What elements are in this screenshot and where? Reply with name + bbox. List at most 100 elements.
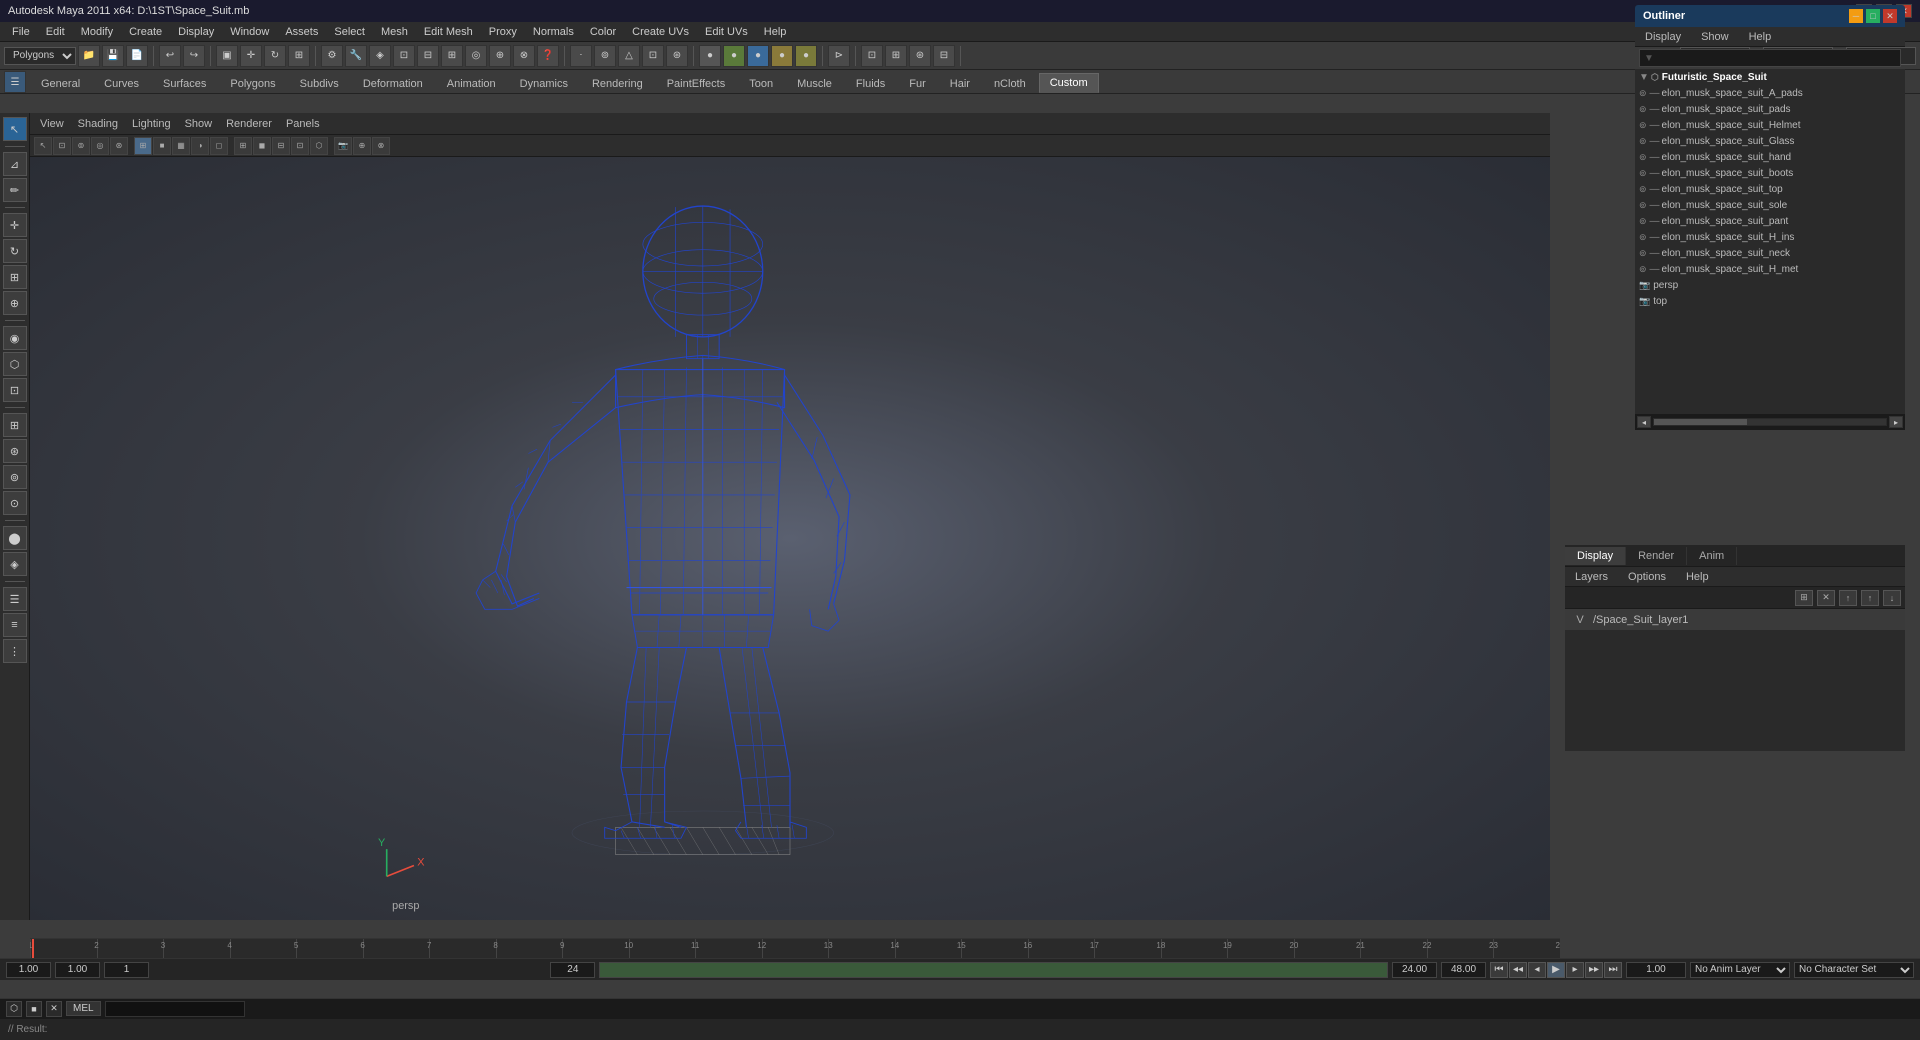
tab-curves[interactable]: Curves [93, 74, 150, 93]
tab-rendering[interactable]: Rendering [581, 74, 654, 93]
timeline-mark-14[interactable]: 14 [895, 939, 896, 958]
menu-create[interactable]: Create [121, 24, 170, 40]
outliner-close-btn[interactable]: ✕ [1883, 9, 1897, 23]
menu-create-uvs[interactable]: Create UVs [624, 24, 697, 40]
tab-fluids[interactable]: Fluids [845, 74, 896, 93]
vp-icon-14[interactable]: ⊕ [353, 137, 371, 155]
scroll-right-btn[interactable]: ▸ [1889, 416, 1903, 428]
frame-back-btn[interactable]: ◂ [1528, 962, 1546, 978]
timeline-mark-3[interactable]: 3 [163, 939, 164, 958]
timeline-mark-9[interactable]: 9 [562, 939, 563, 958]
tab-painteffects[interactable]: PaintEffects [656, 74, 737, 93]
vp-menu-lighting[interactable]: Lighting [126, 116, 177, 132]
snap-to-point-btn[interactable]: ⊚ [3, 465, 27, 489]
layer-move-up-btn[interactable]: ↑ [1861, 590, 1879, 606]
timeline-mark-17[interactable]: 17 [1094, 939, 1095, 958]
outliner-btn[interactable]: ≡ [3, 613, 27, 637]
menu-help[interactable]: Help [756, 24, 795, 40]
tab-deformation[interactable]: Deformation [352, 74, 434, 93]
toolbar-btn-5[interactable]: ↪ [183, 45, 205, 67]
snap-to-view-btn[interactable]: ⊙ [3, 491, 27, 515]
vp-icon-2[interactable]: ⊡ [53, 137, 71, 155]
vp-icon-texture[interactable]: ▦ [172, 137, 190, 155]
layers-tab-anim[interactable]: Anim [1687, 547, 1737, 565]
range-slider[interactable] [599, 962, 1388, 978]
toolbar-btn-11[interactable]: ⊞ [441, 45, 463, 67]
layer-move-down-btn[interactable]: ↓ [1883, 590, 1901, 606]
timeline-mark-2[interactable]: 2 [97, 939, 98, 958]
current-frame-display[interactable] [1626, 962, 1686, 978]
rotate-tool-btn[interactable]: ↻ [3, 239, 27, 263]
outliner-item-10[interactable]: ⊚ — elon_musk_space_suit_neck [1635, 245, 1905, 261]
frame-current-input[interactable] [55, 962, 100, 978]
frame-step-input[interactable] [104, 962, 149, 978]
vp-menu-shading[interactable]: Shading [72, 116, 124, 132]
vp-icon-10[interactable]: ⊟ [272, 137, 290, 155]
toolbar-btn-1[interactable]: 📁 [78, 45, 100, 67]
toolbar-btn-scale[interactable]: ⊞ [288, 45, 310, 67]
outliner-scrollbar-h[interactable]: ◂ ▸ [1635, 414, 1905, 430]
vp-icon-9[interactable]: ◼ [253, 137, 271, 155]
toolbar-btn-2[interactable]: 💾 [102, 45, 124, 67]
timeline-mark-1[interactable]: 1 [30, 939, 31, 958]
frame-forward-btn[interactable]: ▸ [1566, 962, 1584, 978]
toolbar-btn-move[interactable]: ✛ [240, 45, 262, 67]
anim-layer-dropdown[interactable]: No Anim Layer [1690, 962, 1790, 978]
outliner-item-2[interactable]: ⊚ — elon_musk_space_suit_Helmet [1635, 117, 1905, 133]
menu-edit[interactable]: Edit [38, 24, 73, 40]
timeline-mark-22[interactable]: 22 [1427, 939, 1428, 958]
snap-to-grid-btn[interactable]: ⊞ [3, 413, 27, 437]
tab-dynamics[interactable]: Dynamics [509, 74, 579, 93]
layer-visible-check[interactable]: V [1573, 614, 1587, 626]
outliner-item-1[interactable]: ⊚ — elon_musk_space_suit_pads [1635, 101, 1905, 117]
outliner-menu-show[interactable]: Show [1695, 29, 1735, 45]
timeline-mark-20[interactable]: 20 [1294, 939, 1295, 958]
toolbar-btn-4[interactable]: ↩ [159, 45, 181, 67]
timeline-mark-23[interactable]: 23 [1493, 939, 1494, 958]
layers-tab-display[interactable]: Display [1565, 547, 1626, 565]
menu-assets[interactable]: Assets [277, 24, 326, 40]
outliner-maximize-btn[interactable]: □ [1866, 9, 1880, 23]
script-icon-2[interactable]: ■ [26, 1001, 42, 1017]
toolbar-btn-render3[interactable]: ● [747, 45, 769, 67]
toolbar-btn-select[interactable]: ▣ [216, 45, 238, 67]
outliner-item-persp[interactable]: 📷 persp [1635, 277, 1905, 293]
outliner-item-top[interactable]: 📷 top [1635, 293, 1905, 309]
anim-start-input[interactable] [550, 962, 595, 978]
toolbar-btn-snap1[interactable]: ⋅ [570, 45, 592, 67]
toolbar-btn-rotate[interactable]: ↻ [264, 45, 286, 67]
toolbar-btn-render5[interactable]: ● [795, 45, 817, 67]
vp-menu-panels[interactable]: Panels [280, 116, 326, 132]
script-icon-1[interactable]: ⬡ [6, 1001, 22, 1017]
menu-file[interactable]: File [4, 24, 38, 40]
toolbar-btn-snap4[interactable]: ⊡ [642, 45, 664, 67]
vp-icon-11[interactable]: ⊡ [291, 137, 309, 155]
ipr-render-btn[interactable]: ◈ [3, 552, 27, 576]
script-icon-3[interactable]: ✕ [46, 1001, 62, 1017]
menu-edit-uvs[interactable]: Edit UVs [697, 24, 756, 40]
toolbar-btn-3[interactable]: 📄 [126, 45, 148, 67]
timeline-mark-13[interactable]: 13 [828, 939, 829, 958]
vp-icon-select[interactable]: ↖ [34, 137, 52, 155]
select-tool-btn[interactable]: ↖ [3, 117, 27, 141]
layers-menu-help[interactable]: Help [1680, 569, 1715, 585]
menu-select[interactable]: Select [326, 24, 373, 40]
menu-proxy[interactable]: Proxy [481, 24, 525, 40]
layers-menu-layers[interactable]: Layers [1569, 569, 1614, 585]
outliner-item-0[interactable]: ⊚ — elon_musk_space_suit_A_pads [1635, 85, 1905, 101]
tab-polygons[interactable]: Polygons [219, 74, 286, 93]
layers-menu-options[interactable]: Options [1622, 569, 1672, 585]
vp-icon-solid[interactable]: ■ [153, 137, 171, 155]
menu-window[interactable]: Window [222, 24, 277, 40]
vp-icon-5[interactable]: ⊛ [110, 137, 128, 155]
sculpt-btn[interactable]: ⬡ [3, 352, 27, 376]
move-tool-btn[interactable]: ✛ [3, 213, 27, 237]
toolbar-btn-15[interactable]: ❓ [537, 45, 559, 67]
play-to-start-btn[interactable]: ⏮ [1490, 962, 1508, 978]
outliner-item-7[interactable]: ⊚ — elon_musk_space_suit_sole [1635, 197, 1905, 213]
outliner-search-bar[interactable]: ▼ [1639, 49, 1901, 67]
menu-modify[interactable]: Modify [73, 24, 121, 40]
timeline-mark-7[interactable]: 7 [429, 939, 430, 958]
outliner-item-4[interactable]: ⊚ — elon_musk_space_suit_hand [1635, 149, 1905, 165]
main-viewport[interactable]: X Y persp [30, 157, 1550, 920]
